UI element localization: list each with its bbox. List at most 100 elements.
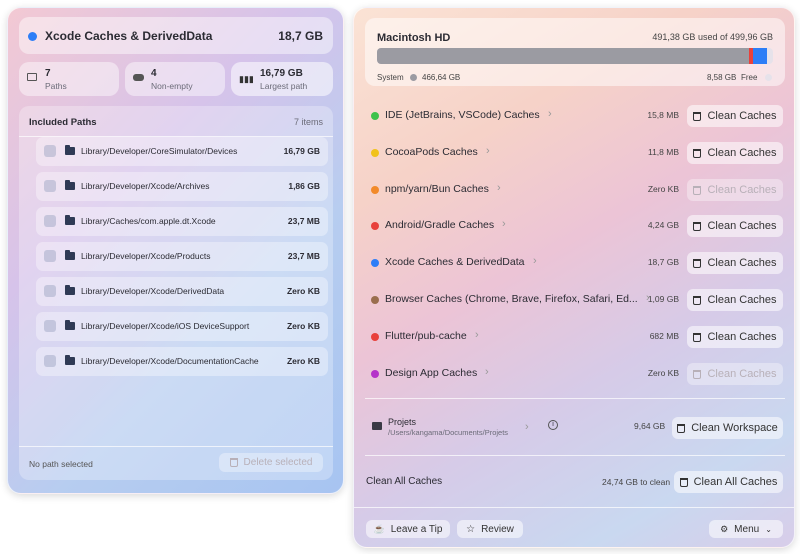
menu-button[interactable]: ⚙ Menu ⌄ <box>709 520 783 538</box>
cache-row[interactable]: npm/yarn/Bun Caches › Zero KB Clean Caches <box>354 177 794 203</box>
delete-selected-button[interactable]: Delete selected <box>219 453 323 472</box>
folder-icon <box>65 355 75 365</box>
cache-color-dot <box>371 370 379 378</box>
cache-color-dot <box>371 333 379 341</box>
path-text: Library/Developer/Xcode/iOS DeviceSuppor… <box>81 321 250 331</box>
path-row[interactable]: Library/Developer/Xcode/iOS DeviceSuppor… <box>36 312 328 341</box>
trash-icon <box>229 458 238 467</box>
included-paths-count: 7 items <box>293 117 323 127</box>
free-size: 8,58 GB <box>707 73 737 82</box>
cache-row[interactable]: Xcode Caches & DerivedData › 18,7 GB Clean … <box>354 250 794 276</box>
included-paths-title: Included Paths <box>29 117 97 128</box>
star-icon: ☆ <box>466 523 476 535</box>
disk-usage-bar <box>377 48 773 64</box>
free-legend-dot <box>765 74 772 81</box>
path-row[interactable]: Library/Developer/Xcode/DocumentationCac… <box>36 347 328 376</box>
folder-icon <box>65 250 75 260</box>
path-checkbox[interactable] <box>44 285 56 297</box>
chevron-right-icon: › <box>497 182 501 194</box>
path-size: 16,79 GB <box>283 146 320 156</box>
path-checkbox[interactable] <box>44 355 56 367</box>
clean-caches-button[interactable]: Clean Caches <box>687 326 783 348</box>
path-row[interactable]: Library/Caches/com.apple.dt.Xcode 23,7 M… <box>36 207 328 236</box>
cache-size: 15,8 MB <box>647 110 679 120</box>
path-text: Library/Developer/Xcode/DocumentationCac… <box>81 356 259 366</box>
path-checkbox[interactable] <box>44 145 56 157</box>
clean-all-label: Clean All Caches <box>366 476 443 487</box>
path-row[interactable]: Library/Developer/Xcode/DerivedData Zero… <box>36 277 328 306</box>
cache-row[interactable]: Android/Gradle Caches › 4,24 GB Clean Cache… <box>354 213 794 239</box>
disk-name: Macintosh HD <box>377 32 451 44</box>
cache-row[interactable]: CocoaPods Caches › 11,8 MB Clean Caches <box>354 140 794 166</box>
cache-row[interactable]: IDE (JetBrains, VSCode) Caches › 15,8 MB Cl… <box>354 103 794 129</box>
chevron-right-icon: › <box>533 255 537 267</box>
path-checkbox[interactable] <box>44 215 56 227</box>
clean-caches-button[interactable]: Clean Caches <box>687 142 783 164</box>
workspace-name: Projets <box>388 417 417 427</box>
folder-icon <box>372 422 382 430</box>
review-button[interactable]: ☆ Review <box>457 520 523 538</box>
clean-caches-button[interactable]: Clean Caches <box>687 215 783 237</box>
stat-non-empty: 4 Non-empty <box>125 62 225 96</box>
path-text: Library/Developer/Xcode/DerivedData <box>81 286 225 296</box>
folder-icon <box>65 215 75 225</box>
clean-caches-button[interactable]: Clean Caches <box>687 179 783 201</box>
chevron-right-icon: › <box>548 108 552 120</box>
category-size: 18,7 GB <box>278 29 323 43</box>
folder-icon <box>65 180 75 190</box>
clean-caches-button[interactable]: Clean Caches <box>687 363 783 385</box>
category-header: Xcode Caches & DerivedData 18,7 GB <box>19 17 333 54</box>
cache-color-dot <box>371 149 379 157</box>
cache-size: 4,24 GB <box>647 220 679 230</box>
info-icon[interactable]: i <box>548 420 558 430</box>
cache-name: Flutter/pub-cache <box>385 330 467 342</box>
path-size: 23,7 MB <box>287 216 320 226</box>
divider <box>19 446 333 447</box>
path-text: Library/Developer/Xcode/Archives <box>81 181 210 191</box>
folder-icon <box>65 285 75 295</box>
disk-card: Macintosh HD 491,38 GB used of 499,96 GB… <box>365 18 785 86</box>
path-row[interactable]: Library/Developer/Xcode/Products 23,7 MB <box>36 242 328 271</box>
gear-icon: ⚙ <box>720 523 729 534</box>
path-row[interactable]: Library/Developer/CoreSimulator/Devices … <box>36 137 328 166</box>
workspace-size: 9,64 GB <box>634 421 666 431</box>
cache-size: 682 MB <box>649 331 679 341</box>
cache-row[interactable]: Design App Caches › Zero KB Clean Caches <box>354 361 794 387</box>
category-detail-panel: Xcode Caches & DerivedData 18,7 GB 7 Pat… <box>7 7 344 494</box>
path-checkbox[interactable] <box>44 180 56 192</box>
cache-name: Browser Caches (Chrome, Brave, Firefox, … <box>385 293 638 305</box>
folder-icon <box>65 145 75 155</box>
clean-caches-button[interactable]: Clean Caches <box>687 252 783 274</box>
cache-size: Zero KB <box>647 184 679 194</box>
chevron-right-icon: › <box>485 366 489 378</box>
category-color-dot <box>28 32 37 41</box>
stat-largest-path: ▮▮▮ 16,79 GB Largest path <box>231 62 333 96</box>
trash-icon <box>677 423 686 433</box>
clean-workspace-button[interactable]: Clean Workspace <box>672 417 783 439</box>
clean-caches-button[interactable]: Clean Caches <box>687 289 783 311</box>
workspace-row[interactable]: Projets /Users/kangama/Documents/Projets… <box>354 406 794 450</box>
path-text: Library/Caches/com.apple.dt.Xcode <box>81 216 216 226</box>
chevron-right-icon: › <box>475 329 479 341</box>
path-checkbox[interactable] <box>44 320 56 332</box>
leave-tip-button[interactable]: ☕ Leave a Tip <box>366 520 450 538</box>
path-text: Library/Developer/Xcode/Products <box>81 251 211 261</box>
system-size: 466,64 GB <box>422 73 461 82</box>
trash-icon <box>693 295 702 305</box>
disk-blue-segment <box>753 48 767 64</box>
trash-icon <box>693 369 702 379</box>
path-checkbox[interactable] <box>44 250 56 262</box>
cache-row[interactable]: Flutter/pub-cache › 682 MB Clean Caches <box>354 324 794 350</box>
cache-row[interactable]: Browser Caches (Chrome, Brave, Firefox, … <box>354 287 794 313</box>
trash-icon <box>693 148 702 158</box>
path-row[interactable]: Library/Developer/Xcode/Archives 1,86 GB <box>36 172 328 201</box>
cache-color-dot <box>371 112 379 120</box>
stat-label: Non-empty <box>151 81 193 91</box>
divider <box>365 455 785 456</box>
cache-color-dot <box>371 222 379 230</box>
clean-all-caches-button[interactable]: Clean All Caches <box>674 471 783 493</box>
stat-value: 7 <box>45 68 51 79</box>
trash-icon <box>693 221 702 231</box>
clean-caches-button[interactable]: Clean Caches <box>687 105 783 127</box>
stack-icon <box>133 74 144 81</box>
